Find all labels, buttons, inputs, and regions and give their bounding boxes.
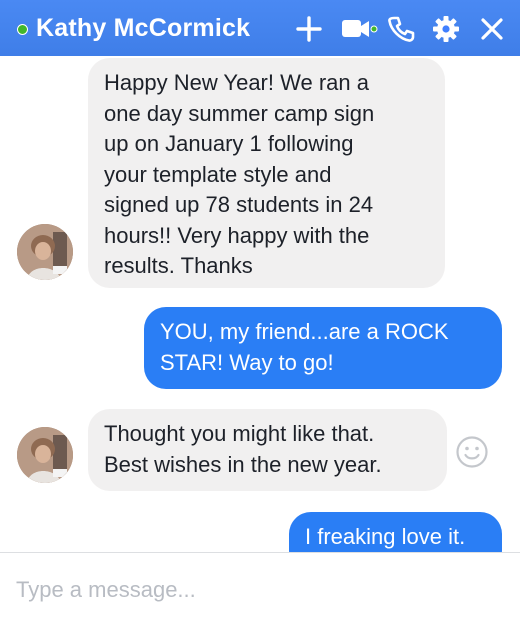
incoming-message[interactable]: Happy New Year! We ran a one day summer … — [88, 58, 445, 288]
contact-avatar[interactable] — [17, 427, 73, 483]
outgoing-message[interactable]: YOU, my friend...are a ROCK STAR! Way to… — [144, 307, 502, 389]
incoming-message[interactable]: Thought you might like that. Best wishes… — [88, 409, 447, 491]
chat-header[interactable]: Kathy McCormick — [0, 0, 520, 56]
close-icon[interactable] — [477, 14, 507, 44]
video-call-icon[interactable] — [340, 14, 380, 44]
message-input[interactable] — [16, 573, 496, 607]
emoji-reaction-icon[interactable] — [455, 435, 489, 469]
outgoing-message[interactable]: I freaking love it. — [289, 512, 502, 552]
message-thread[interactable]: Happy New Year! We ran a one day summer … — [0, 56, 520, 552]
gear-icon[interactable] — [431, 14, 461, 44]
chat-window: Kathy McCormick Happy New Year! We ran a… — [0, 0, 520, 620]
message-composer — [0, 552, 520, 620]
contact-name[interactable]: Kathy McCormick — [36, 14, 250, 43]
contact-avatar[interactable] — [17, 224, 73, 280]
online-status-indicator — [17, 24, 28, 35]
add-icon[interactable] — [294, 14, 324, 44]
phone-icon[interactable] — [386, 14, 416, 44]
